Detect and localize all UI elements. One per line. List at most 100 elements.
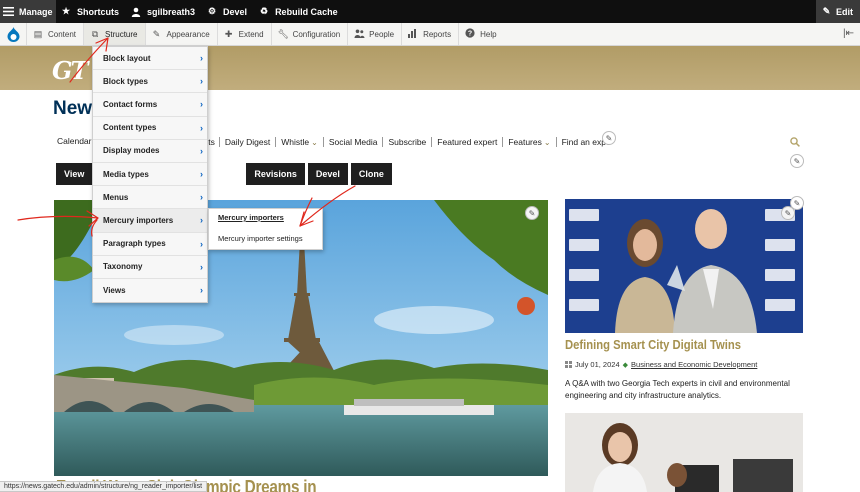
tray-item-label: Structure <box>105 29 138 39</box>
side-story-image[interactable]: ✎ <box>565 199 803 333</box>
side-story-title[interactable]: Defining Smart City Digital Twins <box>565 338 741 352</box>
nav-link-label: Whistle <box>281 137 310 147</box>
menu-item-views[interactable]: Views › <box>93 278 207 303</box>
tray-item-label: Help <box>480 29 497 39</box>
mercury-importers-submenu: Mercury importers Mercury importer setti… <box>208 208 323 250</box>
contextual-edit-icon[interactable]: ✎ <box>790 154 804 168</box>
grid-icon <box>565 361 572 368</box>
tab-revisions[interactable]: Revisions <box>246 163 305 185</box>
help-icon: ? <box>465 28 475 40</box>
tray-item-help[interactable]: ? Help <box>458 23 503 45</box>
user-icon <box>130 6 142 18</box>
tray-item-reports[interactable]: Reports <box>401 23 458 45</box>
menu-item-media-types[interactable]: Media types › <box>93 162 207 187</box>
diamond-icon: ◆ <box>622 361 629 369</box>
devel-label: Devel <box>223 6 248 17</box>
menu-item-contact-forms[interactable]: Contact forms › <box>93 93 207 117</box>
wrench-icon: 🔧︎ <box>277 28 289 39</box>
tray-item-content[interactable]: ▤ Content <box>26 23 83 45</box>
search-icon[interactable] <box>790 137 800 150</box>
admin-toolbar: Manage ★ Shortcuts sgilbreath3 ⚙ Devel ♻… <box>0 0 860 23</box>
gear-icon: ⚙ <box>207 6 217 16</box>
gt-logo[interactable]: GT <box>52 56 88 85</box>
manage-label: Manage <box>19 6 53 17</box>
secondary-nav: cts Daily Digest Whistle ⌄ Social Media … <box>204 136 611 148</box>
menu-item-taxonomy[interactable]: Taxonomy › <box>93 255 207 279</box>
menu-item-block-types[interactable]: Block types › <box>93 70 207 94</box>
tab-clone[interactable]: Clone <box>350 163 392 185</box>
puzzle-icon: ✚ <box>224 28 233 39</box>
manage-button[interactable]: Manage <box>0 0 56 23</box>
recycle-icon: ♻ <box>260 6 269 16</box>
tray-item-label: People <box>369 29 395 39</box>
chevron-right-icon: › <box>200 145 203 156</box>
nav-link-label: Features <box>508 137 542 147</box>
tray-item-label: Configuration <box>292 29 341 39</box>
menu-item-block-layout[interactable]: Block layout › <box>93 47 207 71</box>
collapse-tray-icon[interactable]: |⇤ <box>843 28 854 39</box>
chevron-down-icon: ⌄ <box>543 137 551 147</box>
tray-item-people[interactable]: People <box>347 23 401 45</box>
contextual-edit-icon[interactable]: ✎ <box>602 131 616 145</box>
structure-icon: ⧉ <box>91 28 99 39</box>
menu-item-content-types[interactable]: Content types › <box>93 116 207 140</box>
user-button[interactable]: sgilbreath3 <box>126 0 202 23</box>
rebuild-cache-button[interactable]: ♻ Rebuild Cache <box>254 0 345 23</box>
tray-item-appearance[interactable]: ✎ Appearance <box>144 23 217 45</box>
submenu-item-mercury-importers[interactable]: Mercury importers <box>218 213 314 223</box>
user-label: sgilbreath3 <box>147 6 196 17</box>
pencil-icon: ✎ <box>822 6 831 16</box>
admin-tray: ▤ Content ⧉ Structure ✎ Appearance ✚ Ext… <box>0 23 860 46</box>
tray-item-extend[interactable]: ✚ Extend <box>216 23 271 45</box>
menu-item-mercury-importers[interactable]: Mercury importers › <box>93 209 207 233</box>
reports-icon <box>408 28 418 40</box>
tray-item-label: Appearance <box>166 29 210 39</box>
file-icon: ▤ <box>33 28 43 39</box>
brush-icon: ✎ <box>152 28 161 39</box>
star-icon: ★ <box>61 6 71 16</box>
structure-menu: Block layout › Block types › Contact forms… <box>92 46 208 304</box>
tray-item-label: Content <box>48 29 77 39</box>
side-story-meta: July 01, 2024 ◆ Business and Economic De… <box>565 360 757 369</box>
tab-devel[interactable]: Devel <box>307 163 348 185</box>
contextual-edit-icon[interactable]: ✎ <box>790 196 804 210</box>
side-story-description: A Q&A with two Georgia Tech experts in c… <box>565 379 790 400</box>
menu-item-display-modes[interactable]: Display modes › <box>93 139 207 163</box>
chevron-right-icon: › <box>200 53 203 64</box>
side-story-category[interactable]: Business and Economic Development <box>631 360 757 369</box>
contextual-edit-icon[interactable]: ✎ <box>525 206 539 220</box>
shortcuts-button[interactable]: ★ Shortcuts <box>56 0 126 23</box>
tray-item-structure[interactable]: ⧉ Structure <box>83 23 145 45</box>
chevron-right-icon: › <box>200 238 203 249</box>
second-story-image[interactable] <box>565 413 803 492</box>
nav-link-whistle[interactable]: Whistle ⌄ <box>276 137 324 147</box>
tab-view[interactable]: View <box>56 163 93 185</box>
nav-link-calendar[interactable]: Calendar <box>57 136 92 146</box>
submenu-item-mercury-importer-settings[interactable]: Mercury importer settings <box>218 234 314 244</box>
chevron-right-icon: › <box>200 99 203 110</box>
nav-link-social-media[interactable]: Social Media <box>324 137 384 147</box>
chevron-right-icon: › <box>200 285 203 296</box>
menu-item-paragraph-types[interactable]: Paragraph types › <box>93 232 207 256</box>
nav-link-daily-digest[interactable]: Daily Digest <box>220 137 277 147</box>
chevron-right-icon: › <box>200 122 203 133</box>
nav-link-subscribe[interactable]: Subscribe <box>383 137 433 147</box>
menu-item-menus[interactable]: Menus › <box>93 186 207 210</box>
edit-button[interactable]: ✎ Edit <box>816 0 860 23</box>
edit-label: Edit <box>836 6 853 17</box>
tray-item-label: Reports <box>423 29 452 39</box>
chevron-right-icon: › <box>200 169 203 180</box>
chevron-down-icon: ⌄ <box>311 137 318 147</box>
devel-button[interactable]: ⚙ Devel <box>202 0 254 23</box>
chevron-right-icon: › <box>200 261 203 272</box>
chevron-right-icon: › <box>200 215 203 226</box>
status-url: https://news.gatech.edu/admin/structure/… <box>0 481 208 492</box>
drupal-logo-icon[interactable] <box>0 23 26 46</box>
chevron-right-icon: › <box>200 192 203 203</box>
rebuild-cache-label: Rebuild Cache <box>275 6 338 17</box>
svg-text:?: ? <box>468 31 472 38</box>
nav-link-featured-expert[interactable]: Featured expert <box>432 137 504 147</box>
tray-item-configuration[interactable]: 🔧︎ Configuration <box>270 23 348 45</box>
nav-link-features[interactable]: Features ⌄ <box>503 137 557 147</box>
people-icon <box>354 29 365 40</box>
